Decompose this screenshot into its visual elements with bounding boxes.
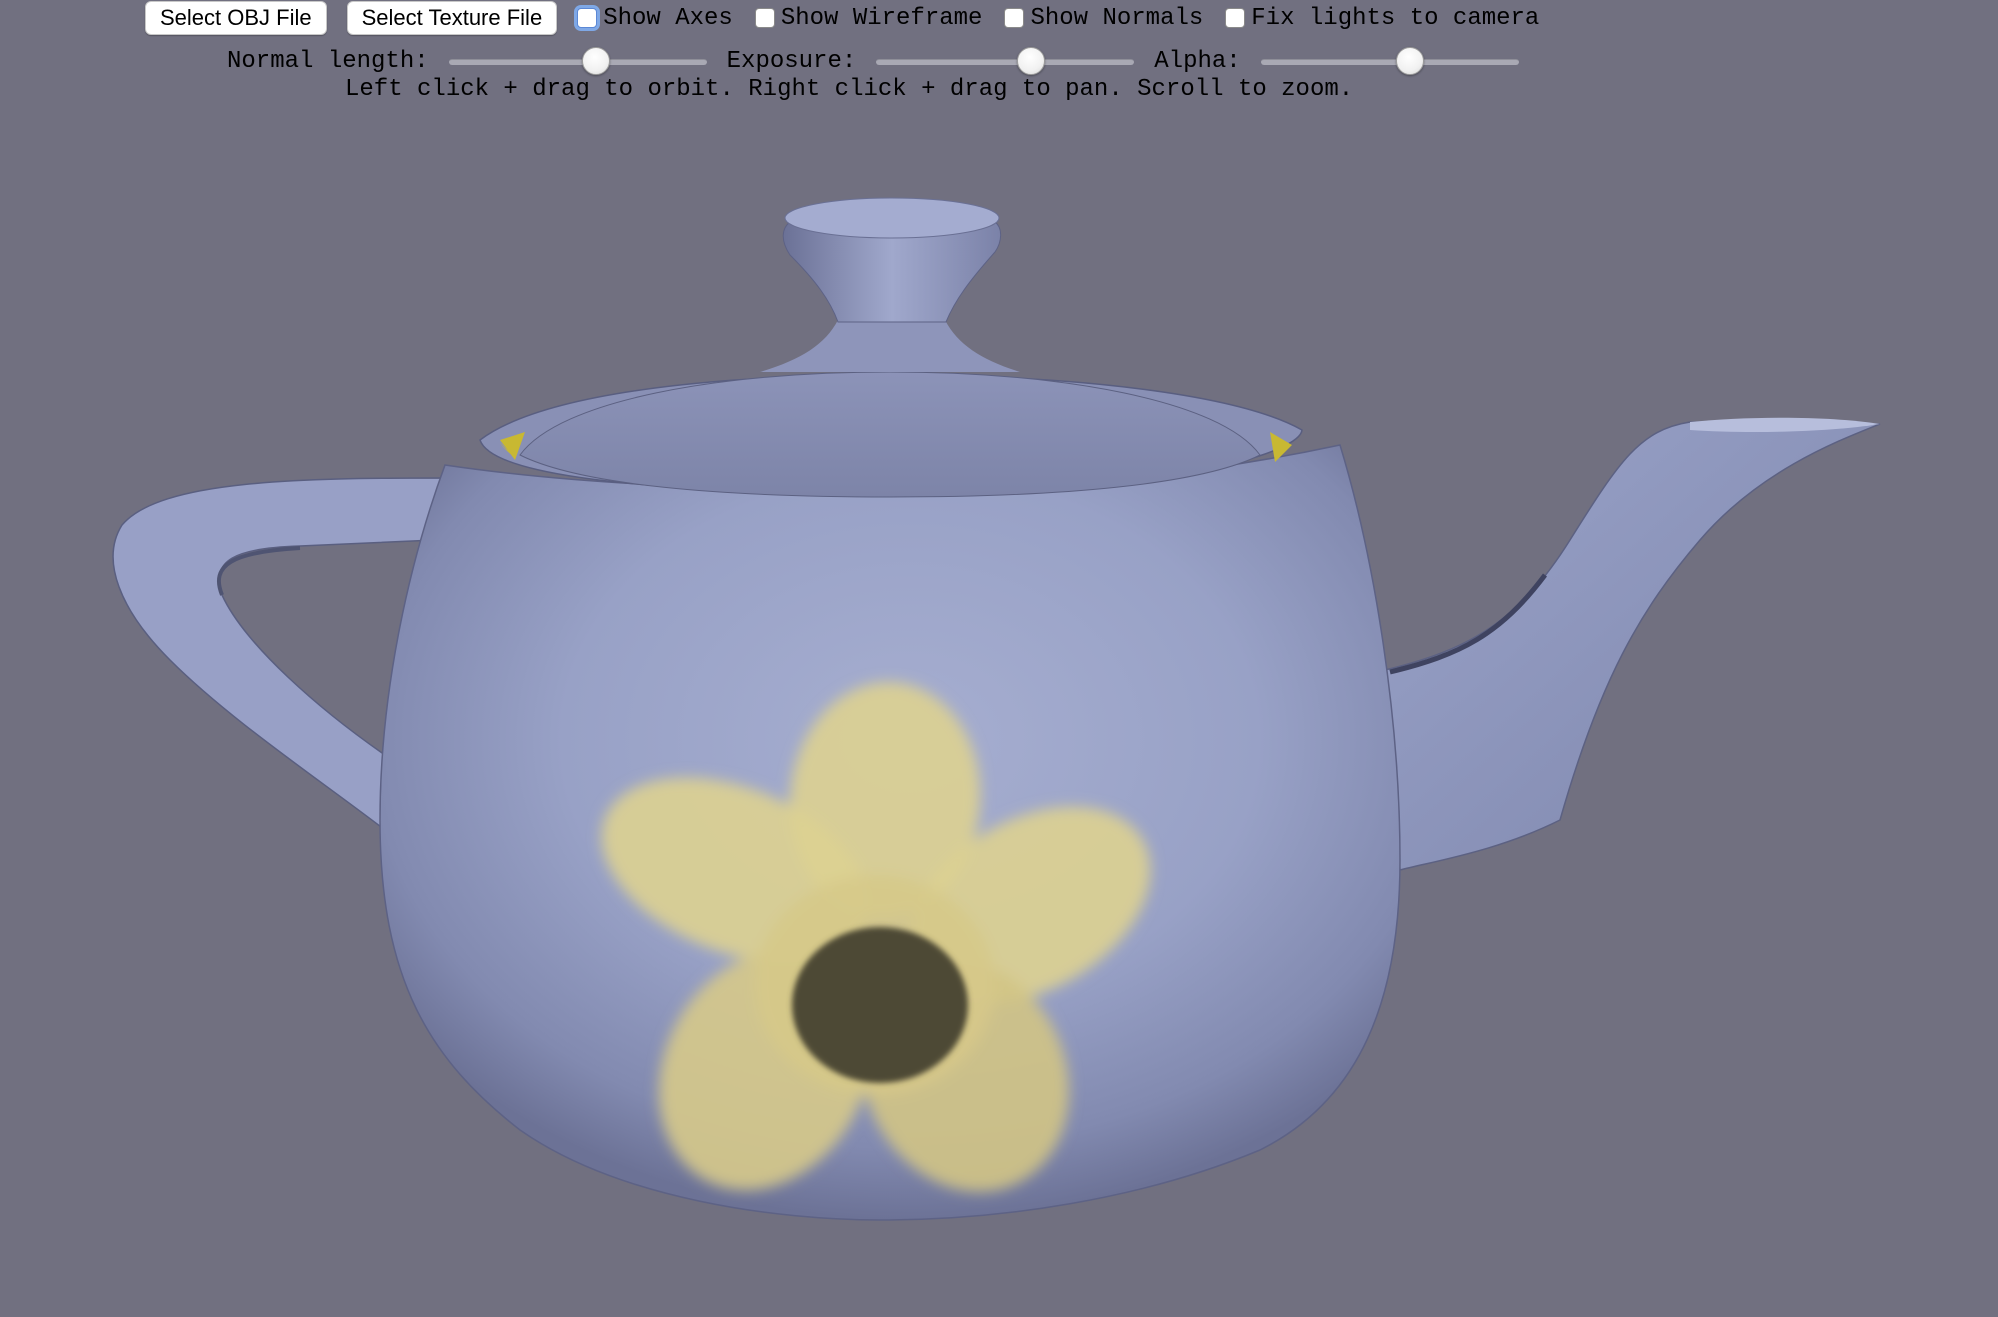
select-texture-file-button[interactable]: Select Texture File (346, 1, 558, 35)
flower-center (792, 927, 968, 1083)
3d-viewport[interactable] (0, 110, 1998, 1312)
fix-lights-label: Fix lights to camera (1251, 4, 1540, 32)
alpha-label: Alpha: (1154, 47, 1241, 75)
slider-thumb[interactable] (1396, 47, 1425, 75)
toolbar-row-sliders: Normal length: Exposure: Alpha: (227, 44, 1539, 78)
show-normals-toggle[interactable]: Show Normals (1004, 5, 1203, 32)
show-wireframe-checkbox[interactable] (754, 8, 775, 28)
normal-length-label: Normal length: (227, 47, 429, 75)
exposure-label: Exposure: (726, 47, 857, 75)
fix-lights-toggle[interactable]: Fix lights to camera (1225, 5, 1539, 32)
exposure-slider[interactable] (876, 46, 1135, 76)
fix-lights-checkbox[interactable] (1225, 8, 1246, 28)
alpha-slider[interactable] (1260, 46, 1519, 76)
slider-track (448, 59, 707, 65)
normal-length-slider[interactable] (448, 46, 707, 76)
slider-thumb[interactable] (1017, 47, 1046, 75)
toolbar: Select OBJ File Select Texture File Show… (0, 0, 1998, 110)
show-axes-toggle[interactable]: Show Axes (577, 5, 733, 32)
show-wireframe-label: Show Wireframe (780, 4, 983, 32)
show-axes-checkbox[interactable] (577, 8, 598, 28)
show-wireframe-toggle[interactable]: Show Wireframe (754, 4, 983, 32)
show-normals-checkbox[interactable] (1004, 8, 1025, 28)
slider-thumb[interactable] (581, 47, 610, 75)
slider-track (876, 59, 1135, 65)
teapot-render (112, 197, 1881, 1221)
select-obj-file-button[interactable]: Select OBJ File (145, 1, 327, 35)
toolbar-row-main: Select OBJ File Select Texture File Show… (145, 0, 1561, 36)
teapot-knob (782, 197, 1002, 323)
show-axes-label: Show Axes (603, 4, 733, 32)
teapot-lid (519, 320, 1261, 498)
controls-hint: Left click + drag to orbit. Right click … (345, 76, 1354, 103)
teapot-spout (1384, 417, 1881, 871)
slider-track (1260, 59, 1519, 65)
show-normals-label: Show Normals (1030, 4, 1204, 32)
